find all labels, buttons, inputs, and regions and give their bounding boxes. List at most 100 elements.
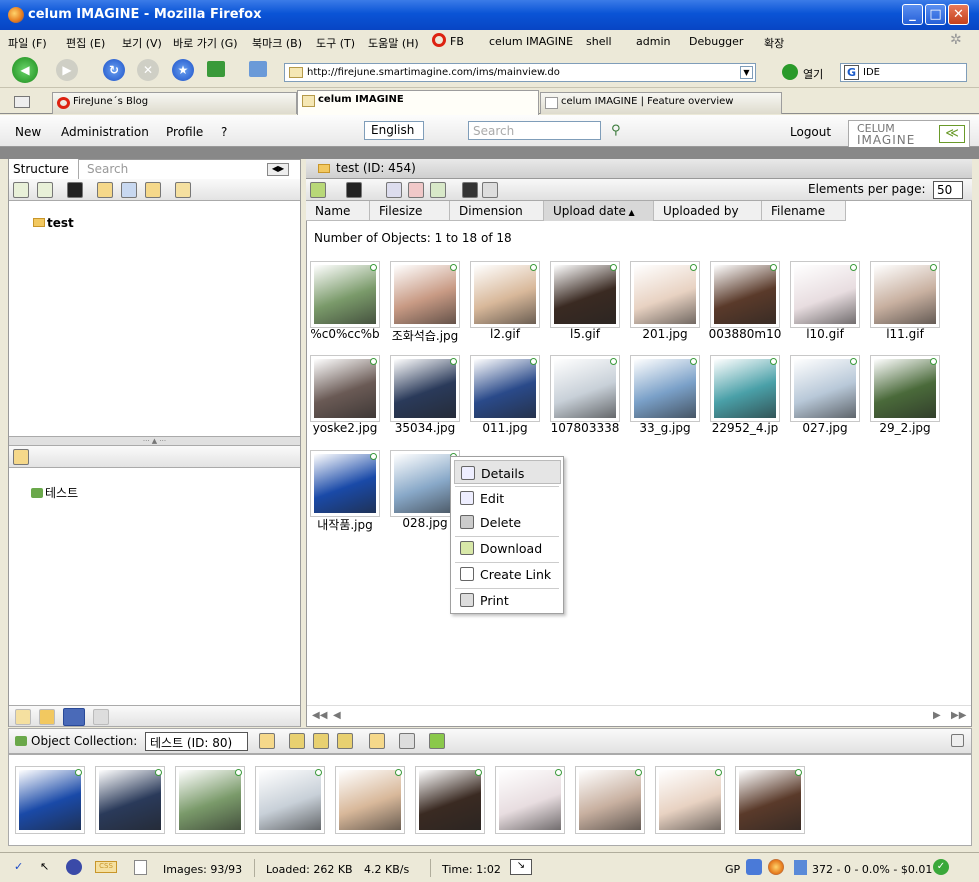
select-indicator-icon[interactable] — [370, 358, 377, 365]
move-icon[interactable] — [430, 182, 446, 198]
thumbnail[interactable] — [630, 261, 700, 328]
firefox-status-icon[interactable] — [768, 859, 784, 875]
column-uploaded-by[interactable]: Uploaded by — [654, 201, 762, 221]
collection-thumbnail[interactable] — [575, 766, 645, 834]
menu-tools[interactable]: 도구 (T) — [316, 35, 355, 51]
select-indicator-icon[interactable] — [530, 264, 537, 271]
menu-item-edit[interactable]: Edit — [454, 486, 561, 510]
collection-add-icon[interactable] — [259, 733, 275, 749]
reload-button[interactable]: ↻ — [103, 59, 125, 81]
deselect-icon[interactable] — [408, 182, 424, 198]
bookmark-fb[interactable]: FB — [450, 35, 464, 48]
collection-export-icon[interactable] — [429, 733, 445, 749]
url-dropdown-icon[interactable]: ▼ — [740, 66, 753, 79]
new-collection-icon[interactable] — [13, 449, 29, 465]
menu-item-print[interactable]: Print — [454, 588, 561, 612]
new-object-icon[interactable] — [67, 182, 83, 198]
collection-download-icon[interactable] — [369, 733, 385, 749]
browser-search-box[interactable]: G IDE — [840, 63, 967, 82]
home-tab-icon[interactable] — [15, 709, 31, 725]
google-icon[interactable]: G — [844, 65, 859, 80]
maximize-button[interactable]: □ — [925, 4, 946, 25]
collection-new-icon[interactable] — [289, 733, 305, 749]
collapse-panel-icon[interactable]: ◀▶ — [267, 163, 289, 176]
select-indicator-icon[interactable] — [450, 264, 457, 271]
tab-search[interactable]: Search — [83, 159, 132, 179]
menu-item-details[interactable]: Details — [454, 460, 561, 484]
column-filesize[interactable]: Filesize — [370, 201, 450, 221]
collection-delete-icon[interactable] — [337, 733, 353, 749]
collection-print-icon[interactable] — [399, 733, 415, 749]
collection-edit-icon[interactable] — [313, 733, 329, 749]
menu-help[interactable]: 도움말 (H) — [368, 35, 419, 51]
status-ok-icon[interactable]: ✓ — [933, 859, 949, 875]
column-filename[interactable]: Filename — [762, 201, 846, 221]
stats-icon[interactable] — [794, 860, 807, 875]
bookmark-extensions[interactable]: 확장 — [764, 35, 784, 51]
select-indicator-icon[interactable] — [770, 264, 777, 271]
bookmark-shell[interactable]: shell — [586, 35, 612, 48]
menu-edit[interactable]: 편집 (E) — [66, 35, 105, 51]
app-search-input[interactable]: Search — [468, 121, 601, 140]
collection-tab-icon[interactable] — [63, 708, 85, 726]
select-indicator-icon[interactable] — [370, 453, 377, 460]
search-go-icon[interactable]: ⚲ — [611, 123, 621, 138]
collection-thumbnail[interactable] — [655, 766, 725, 834]
menu-go[interactable]: 바로 가기 (G) — [173, 35, 238, 51]
logout-link[interactable]: Logout — [790, 125, 831, 139]
thumbnail[interactable] — [870, 261, 940, 328]
tab-celum-imagine[interactable]: celum IMAGINE — [297, 90, 539, 115]
collection-select[interactable]: 테스트 (ID: 80) — [145, 732, 248, 751]
thumbnail[interactable] — [470, 355, 540, 422]
column-upload-date[interactable]: Upload date ▲ — [544, 201, 654, 221]
screenshot-icon[interactable] — [207, 61, 225, 77]
thumbnail[interactable] — [470, 261, 540, 328]
tree-expand-icon[interactable] — [13, 182, 29, 198]
stop-button[interactable]: ✕ — [137, 59, 159, 81]
back-button[interactable]: ◀ — [12, 57, 38, 83]
select-indicator-icon[interactable] — [635, 769, 642, 776]
pointer-icon[interactable] — [482, 182, 498, 198]
bookmark-celum[interactable]: celum IMAGINE — [489, 35, 573, 48]
tree-collapse-icon[interactable] — [37, 182, 53, 198]
menu-file[interactable]: 파일 (F) — [8, 35, 47, 51]
edit-folder-icon[interactable] — [121, 182, 137, 198]
go-button[interactable]: 열기 — [803, 66, 823, 82]
bugmenot-icon[interactable] — [746, 859, 762, 875]
last-page-button[interactable]: ▶▶ — [951, 710, 966, 721]
select-indicator-icon[interactable] — [715, 769, 722, 776]
nav-profile[interactable]: Profile — [166, 125, 203, 139]
new-tab-icon[interactable] — [14, 96, 30, 108]
select-indicator-icon[interactable] — [690, 264, 697, 271]
select-icon[interactable] — [386, 182, 402, 198]
select-indicator-icon[interactable] — [555, 769, 562, 776]
nav-administration[interactable]: Administration — [61, 125, 149, 139]
collection-item-test[interactable]: 테스트 — [45, 484, 78, 501]
thumbnail[interactable] — [870, 355, 940, 422]
first-page-button[interactable]: ◀◀ — [312, 710, 327, 721]
select-indicator-icon[interactable] — [475, 769, 482, 776]
select-indicator-icon[interactable] — [930, 264, 937, 271]
select-indicator-icon[interactable] — [690, 358, 697, 365]
css-icon[interactable]: CSS — [95, 861, 117, 873]
new-object-icon[interactable] — [346, 182, 362, 198]
menu-bookmarks[interactable]: 북마크 (B) — [252, 35, 302, 51]
folder-tab-icon[interactable] — [39, 709, 55, 725]
collection-thumbnail[interactable] — [175, 766, 245, 834]
select-indicator-icon[interactable] — [370, 264, 377, 271]
delete-folder-icon[interactable] — [145, 182, 161, 198]
tab-firejune-blog[interactable]: FireJune´s Blog — [52, 92, 297, 114]
select-indicator-icon[interactable] — [610, 358, 617, 365]
select-indicator-icon[interactable] — [930, 358, 937, 365]
splitter-handle[interactable]: ··· ▲ ··· — [9, 436, 300, 446]
bookmark-debugger[interactable]: Debugger — [689, 35, 743, 48]
preview-icon[interactable] — [462, 182, 478, 198]
thumbnail[interactable] — [790, 261, 860, 328]
select-indicator-icon[interactable] — [75, 769, 82, 776]
thumbnail[interactable] — [550, 355, 620, 422]
thumbnail[interactable] — [550, 261, 620, 328]
select-indicator-icon[interactable] — [450, 358, 457, 365]
select-indicator-icon[interactable] — [155, 769, 162, 776]
thumbnail[interactable] — [710, 355, 780, 422]
select-indicator-icon[interactable] — [850, 358, 857, 365]
